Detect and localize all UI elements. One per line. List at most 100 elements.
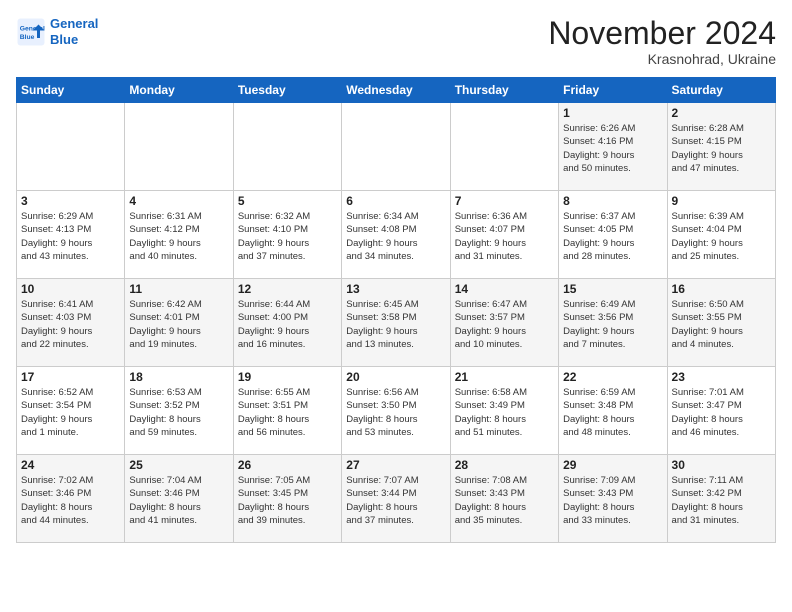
cell-info: Sunrise: 6:45 AM Sunset: 3:58 PM Dayligh… [346, 298, 445, 351]
title-block: November 2024 Krasnohrad, Ukraine [548, 16, 776, 67]
cell-info: Sunrise: 7:07 AM Sunset: 3:44 PM Dayligh… [346, 474, 445, 527]
calendar-cell: 27Sunrise: 7:07 AM Sunset: 3:44 PM Dayli… [342, 455, 450, 543]
calendar-cell: 15 Sunrise: 6:49 AM Sunset: 3:56 PM Dayli… [559, 279, 667, 367]
logo-line1: General [50, 16, 98, 31]
calendar-cell: 25 Sunrise: 7:04 AM Sunset: 3:46 PM Dayli… [125, 455, 233, 543]
cell-info: Sunrise: 6:47 AM Sunset: 3:57 PM Dayligh… [455, 298, 554, 351]
day-number: 20 [346, 370, 445, 384]
weekday-header-sunday: Sunday [17, 78, 125, 103]
cell-info: Sunrise: 7:05 AM Sunset: 3:45 PM Dayligh… [238, 474, 337, 527]
calendar-cell [233, 103, 341, 191]
calendar-cell: 9 Sunrise: 6:39 AM Sunset: 4:04 PM Daylig… [667, 191, 775, 279]
calendar-cell: 6 Sunrise: 6:34 AM Sunset: 4:08 PM Daylig… [342, 191, 450, 279]
week-row-4: 17 Sunrise: 6:52 AM Sunset: 3:54 PM Dayli… [17, 367, 776, 455]
cell-info: Sunrise: 6:29 AM Sunset: 4:13 PM Dayligh… [21, 210, 120, 263]
day-number: 9 [672, 194, 771, 208]
calendar-cell: 3Sunrise: 6:29 AM Sunset: 4:13 PM Daylig… [17, 191, 125, 279]
calendar-cell: 30 Sunrise: 7:11 AM Sunset: 3:42 PM Dayli… [667, 455, 775, 543]
cell-info: Sunrise: 6:58 AM Sunset: 3:49 PM Dayligh… [455, 386, 554, 439]
page: General Blue General Blue November 2024 … [0, 0, 792, 553]
calendar-cell [17, 103, 125, 191]
day-number: 25 [129, 458, 228, 472]
day-number: 7 [455, 194, 554, 208]
cell-info: Sunrise: 7:02 AM Sunset: 3:46 PM Dayligh… [21, 474, 120, 527]
cell-info: Sunrise: 6:31 AM Sunset: 4:12 PM Dayligh… [129, 210, 228, 263]
week-row-2: 3Sunrise: 6:29 AM Sunset: 4:13 PM Daylig… [17, 191, 776, 279]
calendar-cell: 23Sunrise: 7:01 AM Sunset: 3:47 PM Dayli… [667, 367, 775, 455]
day-number: 2 [672, 106, 771, 120]
week-row-1: 1Sunrise: 6:26 AM Sunset: 4:16 PM Daylig… [17, 103, 776, 191]
day-number: 22 [563, 370, 662, 384]
cell-info: Sunrise: 6:37 AM Sunset: 4:05 PM Dayligh… [563, 210, 662, 263]
cell-info: Sunrise: 6:34 AM Sunset: 4:08 PM Dayligh… [346, 210, 445, 263]
day-number: 23 [672, 370, 771, 384]
day-number: 24 [21, 458, 120, 472]
calendar-cell: 29 Sunrise: 7:09 AM Sunset: 3:43 PM Dayli… [559, 455, 667, 543]
week-row-5: 24 Sunrise: 7:02 AM Sunset: 3:46 PM Dayli… [17, 455, 776, 543]
weekday-header-monday: Monday [125, 78, 233, 103]
cell-info: Sunrise: 7:04 AM Sunset: 3:46 PM Dayligh… [129, 474, 228, 527]
day-number: 13 [346, 282, 445, 296]
cell-info: Sunrise: 7:11 AM Sunset: 3:42 PM Dayligh… [672, 474, 771, 527]
day-number: 16 [672, 282, 771, 296]
calendar-cell: 20Sunrise: 6:56 AM Sunset: 3:50 PM Dayli… [342, 367, 450, 455]
header: General Blue General Blue November 2024 … [16, 16, 776, 67]
location: Krasnohrad, Ukraine [548, 51, 776, 67]
month-title: November 2024 [548, 16, 776, 51]
cell-info: Sunrise: 6:49 AM Sunset: 3:56 PM Dayligh… [563, 298, 662, 351]
calendar-cell: 28 Sunrise: 7:08 AM Sunset: 3:43 PM Dayli… [450, 455, 558, 543]
day-number: 1 [563, 106, 662, 120]
calendar-cell: 1Sunrise: 6:26 AM Sunset: 4:16 PM Daylig… [559, 103, 667, 191]
calendar-table: SundayMondayTuesdayWednesdayThursdayFrid… [16, 77, 776, 543]
calendar-cell: 4 Sunrise: 6:31 AM Sunset: 4:12 PM Daylig… [125, 191, 233, 279]
calendar-cell: 14 Sunrise: 6:47 AM Sunset: 3:57 PM Dayli… [450, 279, 558, 367]
calendar-cell: 2 Sunrise: 6:28 AM Sunset: 4:15 PM Daylig… [667, 103, 775, 191]
cell-info: Sunrise: 6:32 AM Sunset: 4:10 PM Dayligh… [238, 210, 337, 263]
cell-info: Sunrise: 6:53 AM Sunset: 3:52 PM Dayligh… [129, 386, 228, 439]
calendar-cell [125, 103, 233, 191]
calendar-cell [450, 103, 558, 191]
calendar-cell: 7Sunrise: 6:36 AM Sunset: 4:07 PM Daylig… [450, 191, 558, 279]
day-number: 28 [455, 458, 554, 472]
week-row-3: 10 Sunrise: 6:41 AM Sunset: 4:03 PM Dayli… [17, 279, 776, 367]
cell-info: Sunrise: 7:09 AM Sunset: 3:43 PM Dayligh… [563, 474, 662, 527]
cell-info: Sunrise: 7:08 AM Sunset: 3:43 PM Dayligh… [455, 474, 554, 527]
day-number: 21 [455, 370, 554, 384]
calendar-cell [342, 103, 450, 191]
calendar-cell: 19 Sunrise: 6:55 AM Sunset: 3:51 PM Dayli… [233, 367, 341, 455]
day-number: 17 [21, 370, 120, 384]
cell-info: Sunrise: 6:41 AM Sunset: 4:03 PM Dayligh… [21, 298, 120, 351]
cell-info: Sunrise: 6:55 AM Sunset: 3:51 PM Dayligh… [238, 386, 337, 439]
day-number: 14 [455, 282, 554, 296]
svg-text:Blue: Blue [20, 33, 35, 40]
day-number: 8 [563, 194, 662, 208]
calendar-cell: 26Sunrise: 7:05 AM Sunset: 3:45 PM Dayli… [233, 455, 341, 543]
calendar-cell: 17 Sunrise: 6:52 AM Sunset: 3:54 PM Dayli… [17, 367, 125, 455]
day-number: 6 [346, 194, 445, 208]
day-number: 30 [672, 458, 771, 472]
calendar-cell: 16 Sunrise: 6:50 AM Sunset: 3:55 PM Dayli… [667, 279, 775, 367]
cell-info: Sunrise: 6:52 AM Sunset: 3:54 PM Dayligh… [21, 386, 120, 439]
cell-info: Sunrise: 6:28 AM Sunset: 4:15 PM Dayligh… [672, 122, 771, 175]
day-number: 29 [563, 458, 662, 472]
cell-info: Sunrise: 6:44 AM Sunset: 4:00 PM Dayligh… [238, 298, 337, 351]
cell-info: Sunrise: 6:39 AM Sunset: 4:04 PM Dayligh… [672, 210, 771, 263]
calendar-cell: 22 Sunrise: 6:59 AM Sunset: 3:48 PM Dayli… [559, 367, 667, 455]
day-number: 10 [21, 282, 120, 296]
day-number: 19 [238, 370, 337, 384]
logo-text: General Blue [50, 16, 98, 47]
calendar-cell: 8 Sunrise: 6:37 AM Sunset: 4:05 PM Daylig… [559, 191, 667, 279]
calendar-cell: 24 Sunrise: 7:02 AM Sunset: 3:46 PM Dayli… [17, 455, 125, 543]
day-number: 4 [129, 194, 228, 208]
weekday-header-thursday: Thursday [450, 78, 558, 103]
weekday-header-wednesday: Wednesday [342, 78, 450, 103]
weekday-header-saturday: Saturday [667, 78, 775, 103]
calendar-cell: 12Sunrise: 6:44 AM Sunset: 4:00 PM Dayli… [233, 279, 341, 367]
cell-info: Sunrise: 6:50 AM Sunset: 3:55 PM Dayligh… [672, 298, 771, 351]
day-number: 15 [563, 282, 662, 296]
calendar-cell: 5Sunrise: 6:32 AM Sunset: 4:10 PM Daylig… [233, 191, 341, 279]
calendar-cell: 13 Sunrise: 6:45 AM Sunset: 3:58 PM Dayli… [342, 279, 450, 367]
cell-info: Sunrise: 6:59 AM Sunset: 3:48 PM Dayligh… [563, 386, 662, 439]
day-number: 11 [129, 282, 228, 296]
weekday-header-row: SundayMondayTuesdayWednesdayThursdayFrid… [17, 78, 776, 103]
